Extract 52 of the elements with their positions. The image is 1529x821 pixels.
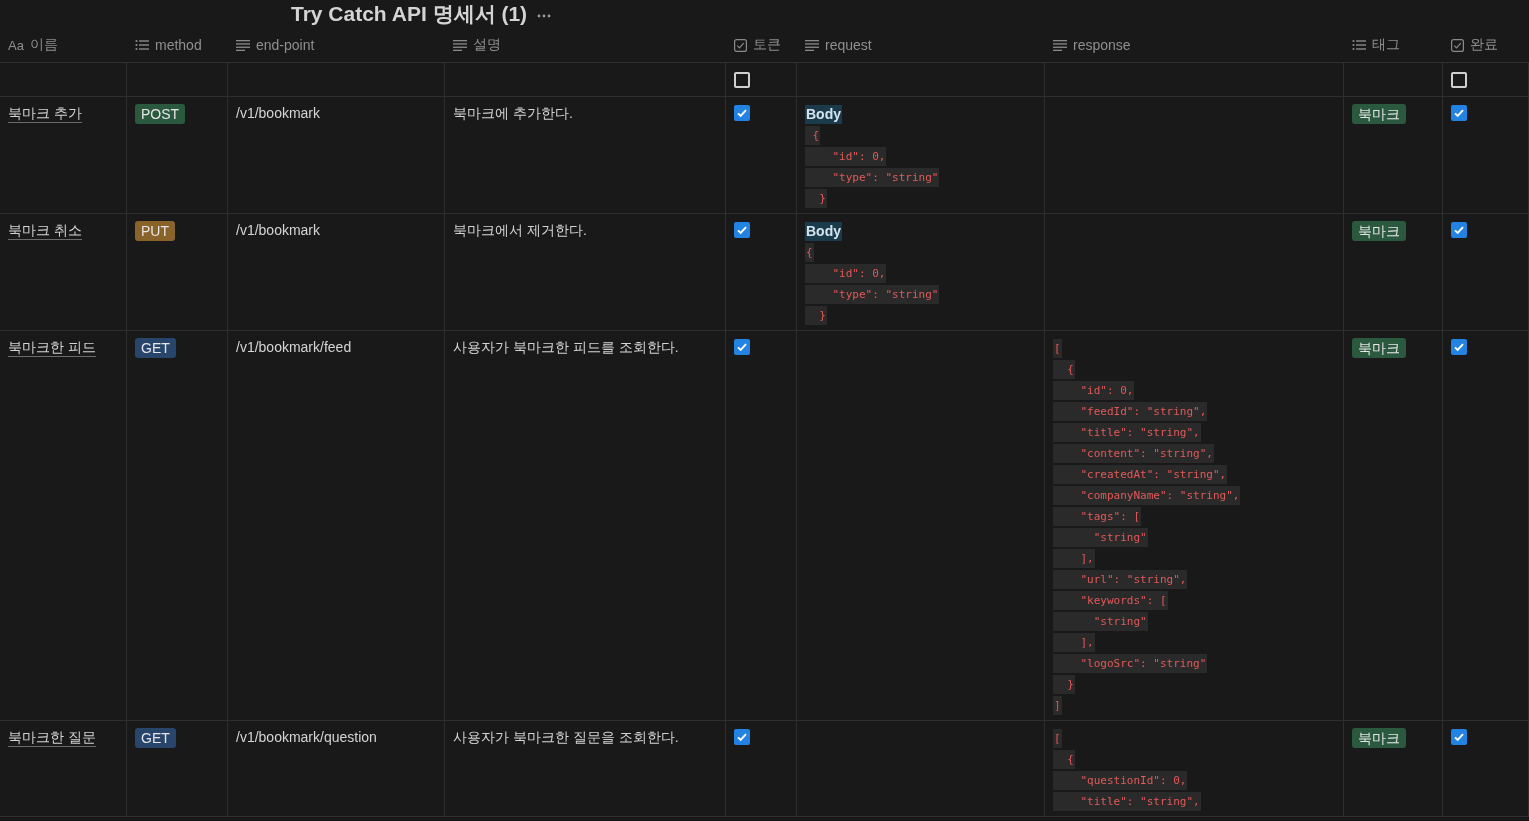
description-text: 사용자가 북마크한 피드를 조회한다. — [453, 339, 679, 355]
method-tag: POST — [135, 104, 186, 124]
tag: 북마크 — [1352, 221, 1406, 241]
endpoint-text: /v1/bookmark — [236, 222, 321, 238]
column-header[interactable]: 태그 — [1372, 36, 1400, 54]
checkbox-type-icon — [734, 38, 747, 52]
text-lines-icon — [805, 39, 819, 51]
checkbox[interactable] — [1451, 72, 1467, 88]
description-text: 사용자가 북마크한 질문을 조회한다. — [453, 729, 679, 745]
body-label: Body — [805, 105, 842, 124]
tag: 북마크 — [1352, 728, 1406, 748]
method-tag: GET — [135, 338, 176, 358]
checkbox[interactable] — [1451, 729, 1467, 745]
column-header[interactable]: 토큰 — [753, 36, 781, 54]
endpoint-text: /v1/bookmark/question — [236, 729, 377, 745]
page-title-link[interactable]: 북마크한 질문 — [8, 728, 96, 747]
column-header[interactable]: 설명 — [473, 36, 501, 54]
checkbox[interactable] — [1451, 105, 1467, 121]
checkbox[interactable] — [1451, 339, 1467, 355]
text-lines-icon — [453, 39, 467, 51]
checkbox[interactable] — [734, 729, 750, 745]
checkbox[interactable] — [734, 339, 750, 355]
body-label: Body — [805, 222, 842, 241]
endpoint-text: /v1/bookmark — [236, 105, 321, 121]
checkbox[interactable] — [1451, 222, 1467, 238]
list-icon — [135, 39, 149, 51]
text-lines-icon — [1053, 39, 1067, 51]
checkbox[interactable] — [734, 72, 750, 88]
description-text: 북마크에 추가한다. — [453, 105, 573, 121]
page-title-link[interactable]: 북마크 추가 — [8, 104, 82, 123]
page-title-link[interactable]: 북마크한 피드 — [8, 338, 96, 357]
column-header[interactable]: end-point — [256, 37, 315, 53]
method-tag: PUT — [135, 221, 175, 241]
column-header[interactable]: request — [825, 37, 872, 53]
checkbox[interactable] — [734, 105, 750, 121]
endpoint-text: /v1/bookmark/feed — [236, 339, 352, 355]
column-header[interactable]: response — [1073, 37, 1131, 53]
page-title-link[interactable]: 북마크 취소 — [8, 221, 82, 240]
column-header[interactable]: 완료 — [1470, 36, 1498, 54]
column-header[interactable]: 이름 — [29, 36, 58, 54]
tag: 북마크 — [1352, 338, 1406, 358]
checkbox-type-icon — [1451, 38, 1464, 52]
method-tag: GET — [135, 728, 176, 748]
description-text: 북마크에서 제거한다. — [453, 222, 587, 238]
checkbox[interactable] — [734, 222, 750, 238]
title-type-icon: Aa — [8, 37, 24, 53]
text-lines-icon — [236, 39, 250, 51]
database-title: Try Catch API 명세서 (1) — [291, 1, 528, 27]
more-icon[interactable] — [537, 14, 552, 18]
tag: 북마크 — [1352, 104, 1406, 124]
column-header[interactable]: method — [155, 37, 202, 53]
list-icon — [1352, 39, 1366, 51]
